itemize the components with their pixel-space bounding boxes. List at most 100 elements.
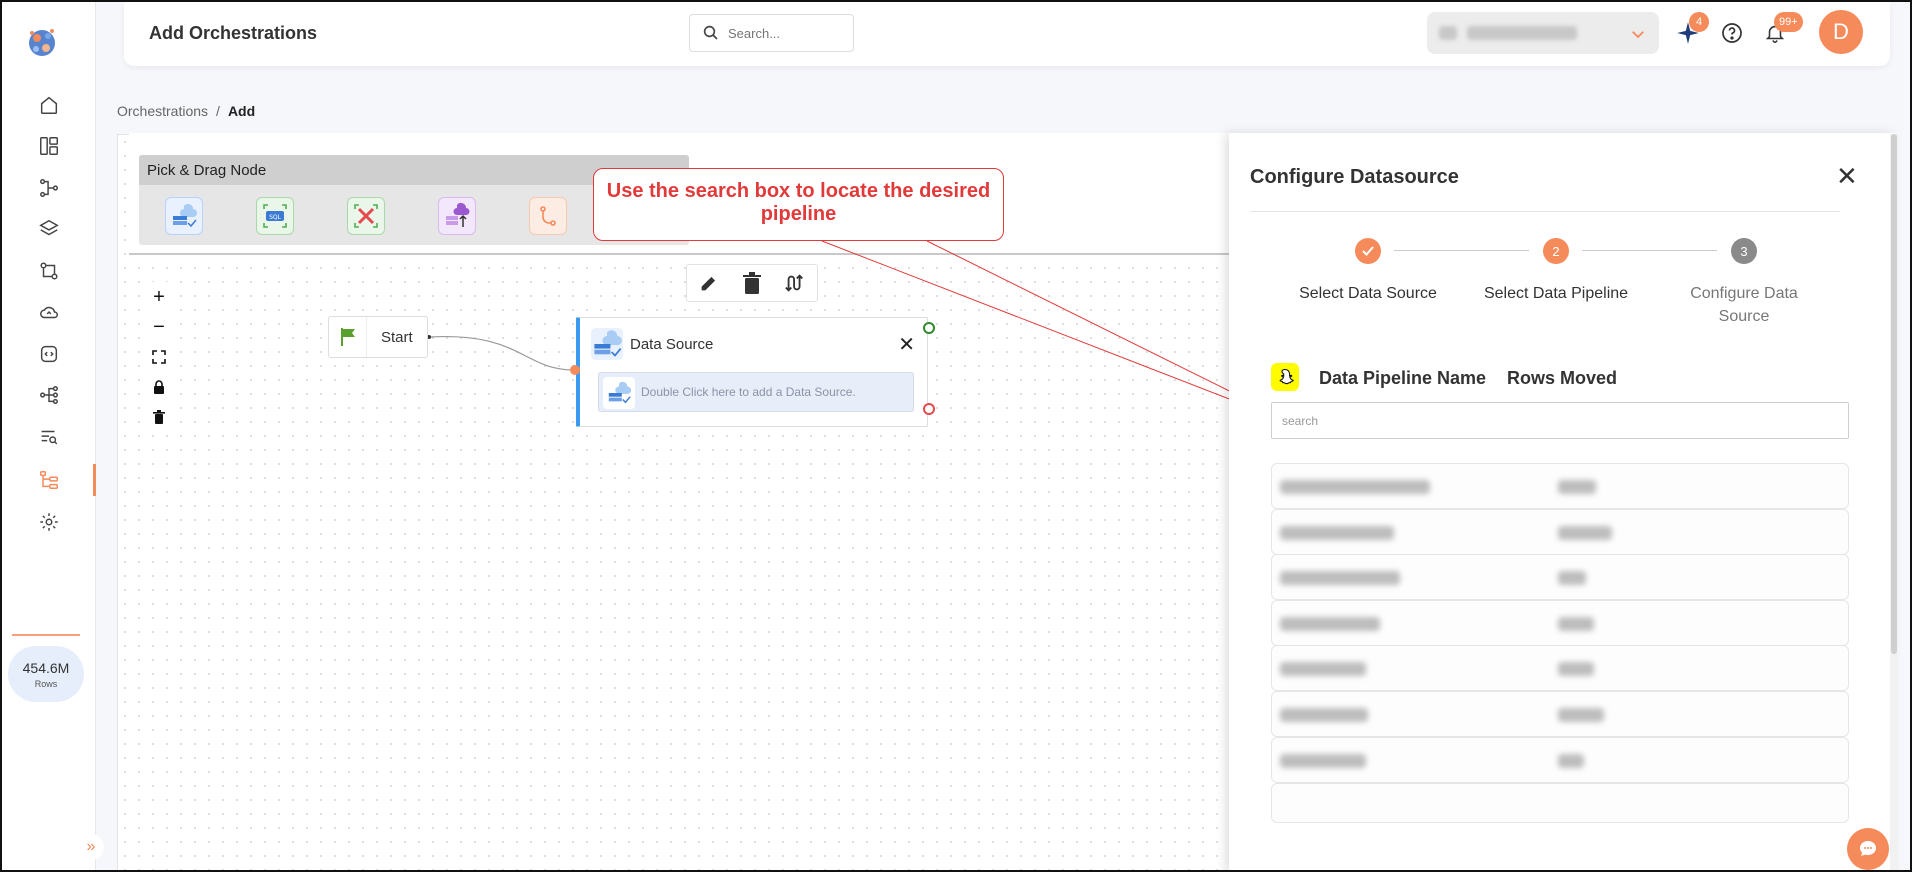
palette-node-transform[interactable] [347,197,385,235]
top-header: Add Orchestrations 4 99+ D [124,2,1890,66]
sidebar-item-dashboard[interactable] [2,126,96,166]
pipeline-row[interactable] [1271,509,1849,555]
user-avatar[interactable]: D [1819,10,1863,54]
sidebar-item-settings[interactable] [2,502,96,542]
page-scrollbar[interactable] [1890,134,1898,870]
flag-icon [329,317,367,357]
sidebar-item-pipelines[interactable] [2,168,96,208]
workflow-icon [40,262,58,280]
settings-icon [40,513,58,531]
step-2-label: Select Data Pipeline [1483,285,1629,302]
datasource-node-icon [173,204,197,228]
lock-button[interactable] [145,372,173,402]
sidebar-item-cloud-sync[interactable] [2,292,96,332]
success-port[interactable] [923,322,935,334]
edit-icon[interactable] [698,272,720,294]
fit-view-button[interactable] [145,342,173,372]
breadcrumb-current: Add [227,103,256,119]
plus-icon: + [153,285,165,308]
check-icon [1362,246,1374,256]
lock-icon [154,380,164,394]
pipeline-row[interactable] [1271,600,1849,646]
datasource-node-title: Data Source [630,336,714,353]
configure-datasource-panel: Configure Datasource ✕ 2 3 Select Data S… [1229,133,1895,870]
step-2-indicator: 2 [1543,238,1569,264]
clear-canvas-button[interactable] [145,402,173,432]
trash-icon [153,410,165,424]
sidebar-item-layers[interactable] [2,209,96,249]
notification-badge: 99+ [1774,12,1803,32]
sidebar-item-orchestrations[interactable] [2,460,96,500]
ai-assistant-button[interactable]: 4 [1673,12,1709,48]
rows-label: Rows [34,678,58,689]
help-button[interactable] [1717,18,1747,48]
expand-sidebar-button[interactable]: » [78,834,104,860]
global-search-input[interactable] [728,25,838,41]
step-connector [1582,250,1717,251]
page-title: Add Orchestrations [149,23,318,43]
pipeline-row[interactable] [1271,645,1849,691]
add-datasource-hint[interactable]: Double Click here to add a Data Source. [598,372,914,412]
pipeline-row[interactable] [1271,783,1849,823]
query-list-icon [41,430,58,445]
palette-node-upload[interactable] [438,197,476,235]
datasource-node-icon [591,328,623,360]
app-logo[interactable] [24,24,60,60]
chevron-down-icon [1632,31,1644,39]
step-1-label: Select Data Source [1299,285,1437,302]
sidebar-divider [12,634,80,636]
input-port[interactable] [570,365,580,375]
step-connector [1394,250,1529,251]
sidebar-item-lineage[interactable] [2,375,96,415]
pipeline-row[interactable] [1271,691,1849,737]
close-panel-button[interactable]: ✕ [1836,163,1858,189]
breadcrumb-separator: / [216,103,220,119]
delete-icon[interactable] [742,272,762,294]
scrollbar-thumb[interactable] [1891,134,1897,654]
snapchat-icon [1271,363,1299,391]
chat-support-button[interactable] [1847,828,1889,870]
palette-node-datasource[interactable] [165,197,203,235]
zoom-controls: + − [145,282,173,432]
palette-node-branch[interactable] [529,197,567,235]
dashboard-icon [40,137,58,155]
failure-port[interactable] [923,403,935,415]
layers-icon [39,219,59,236]
pipeline-row[interactable] [1271,554,1849,600]
breadcrumb: Orchestrations / Add [117,103,255,119]
datasource-node[interactable]: Data Source ✕ Double Click here to add a… [570,317,935,427]
pipeline-row[interactable] [1271,737,1849,783]
sidebar-item-workflow[interactable] [2,251,96,291]
workspace-name-redacted [1467,26,1577,40]
column-header-pipeline-name[interactable]: Data Pipeline Name [1319,368,1486,389]
column-header-rows-moved[interactable]: Rows Moved [1507,368,1617,389]
rows-usage-badge: 454.6M Rows [8,646,84,702]
pipeline-search-input[interactable] [1271,402,1849,439]
notifications-button[interactable]: 99+ [1760,12,1803,48]
branch-node-icon [540,206,556,226]
sql-node-icon: SQL [263,204,287,228]
sidebar-item-code[interactable] [2,334,96,374]
workspace-select[interactable] [1427,12,1659,54]
close-icon[interactable]: ✕ [898,332,915,357]
orchestration-icon [40,471,58,489]
pipeline-row[interactable] [1271,463,1849,509]
step-1-indicator [1355,238,1381,264]
add-datasource-hint-text: Double Click here to add a Data Source. [641,385,856,399]
pipeline-icon [40,179,58,197]
palette-node-sql[interactable]: SQL [256,197,294,235]
sidebar-item-query-list[interactable] [2,417,96,457]
sidebar-item-home[interactable] [2,85,96,125]
zoom-in-button[interactable]: + [145,282,173,312]
svg-text:SQL: SQL [269,214,282,221]
help-icon [1722,23,1742,43]
start-node[interactable]: Start [328,316,428,358]
connect-icon[interactable] [784,272,806,294]
panel-divider [1250,211,1840,212]
sidebar: 454.6M Rows » [2,2,104,870]
zoom-out-button[interactable]: − [145,312,173,342]
global-search[interactable] [689,14,854,52]
rows-value: 454.6M [22,659,70,676]
breadcrumb-orchestrations[interactable]: Orchestrations [117,103,208,119]
workspace-icon [1439,26,1457,40]
